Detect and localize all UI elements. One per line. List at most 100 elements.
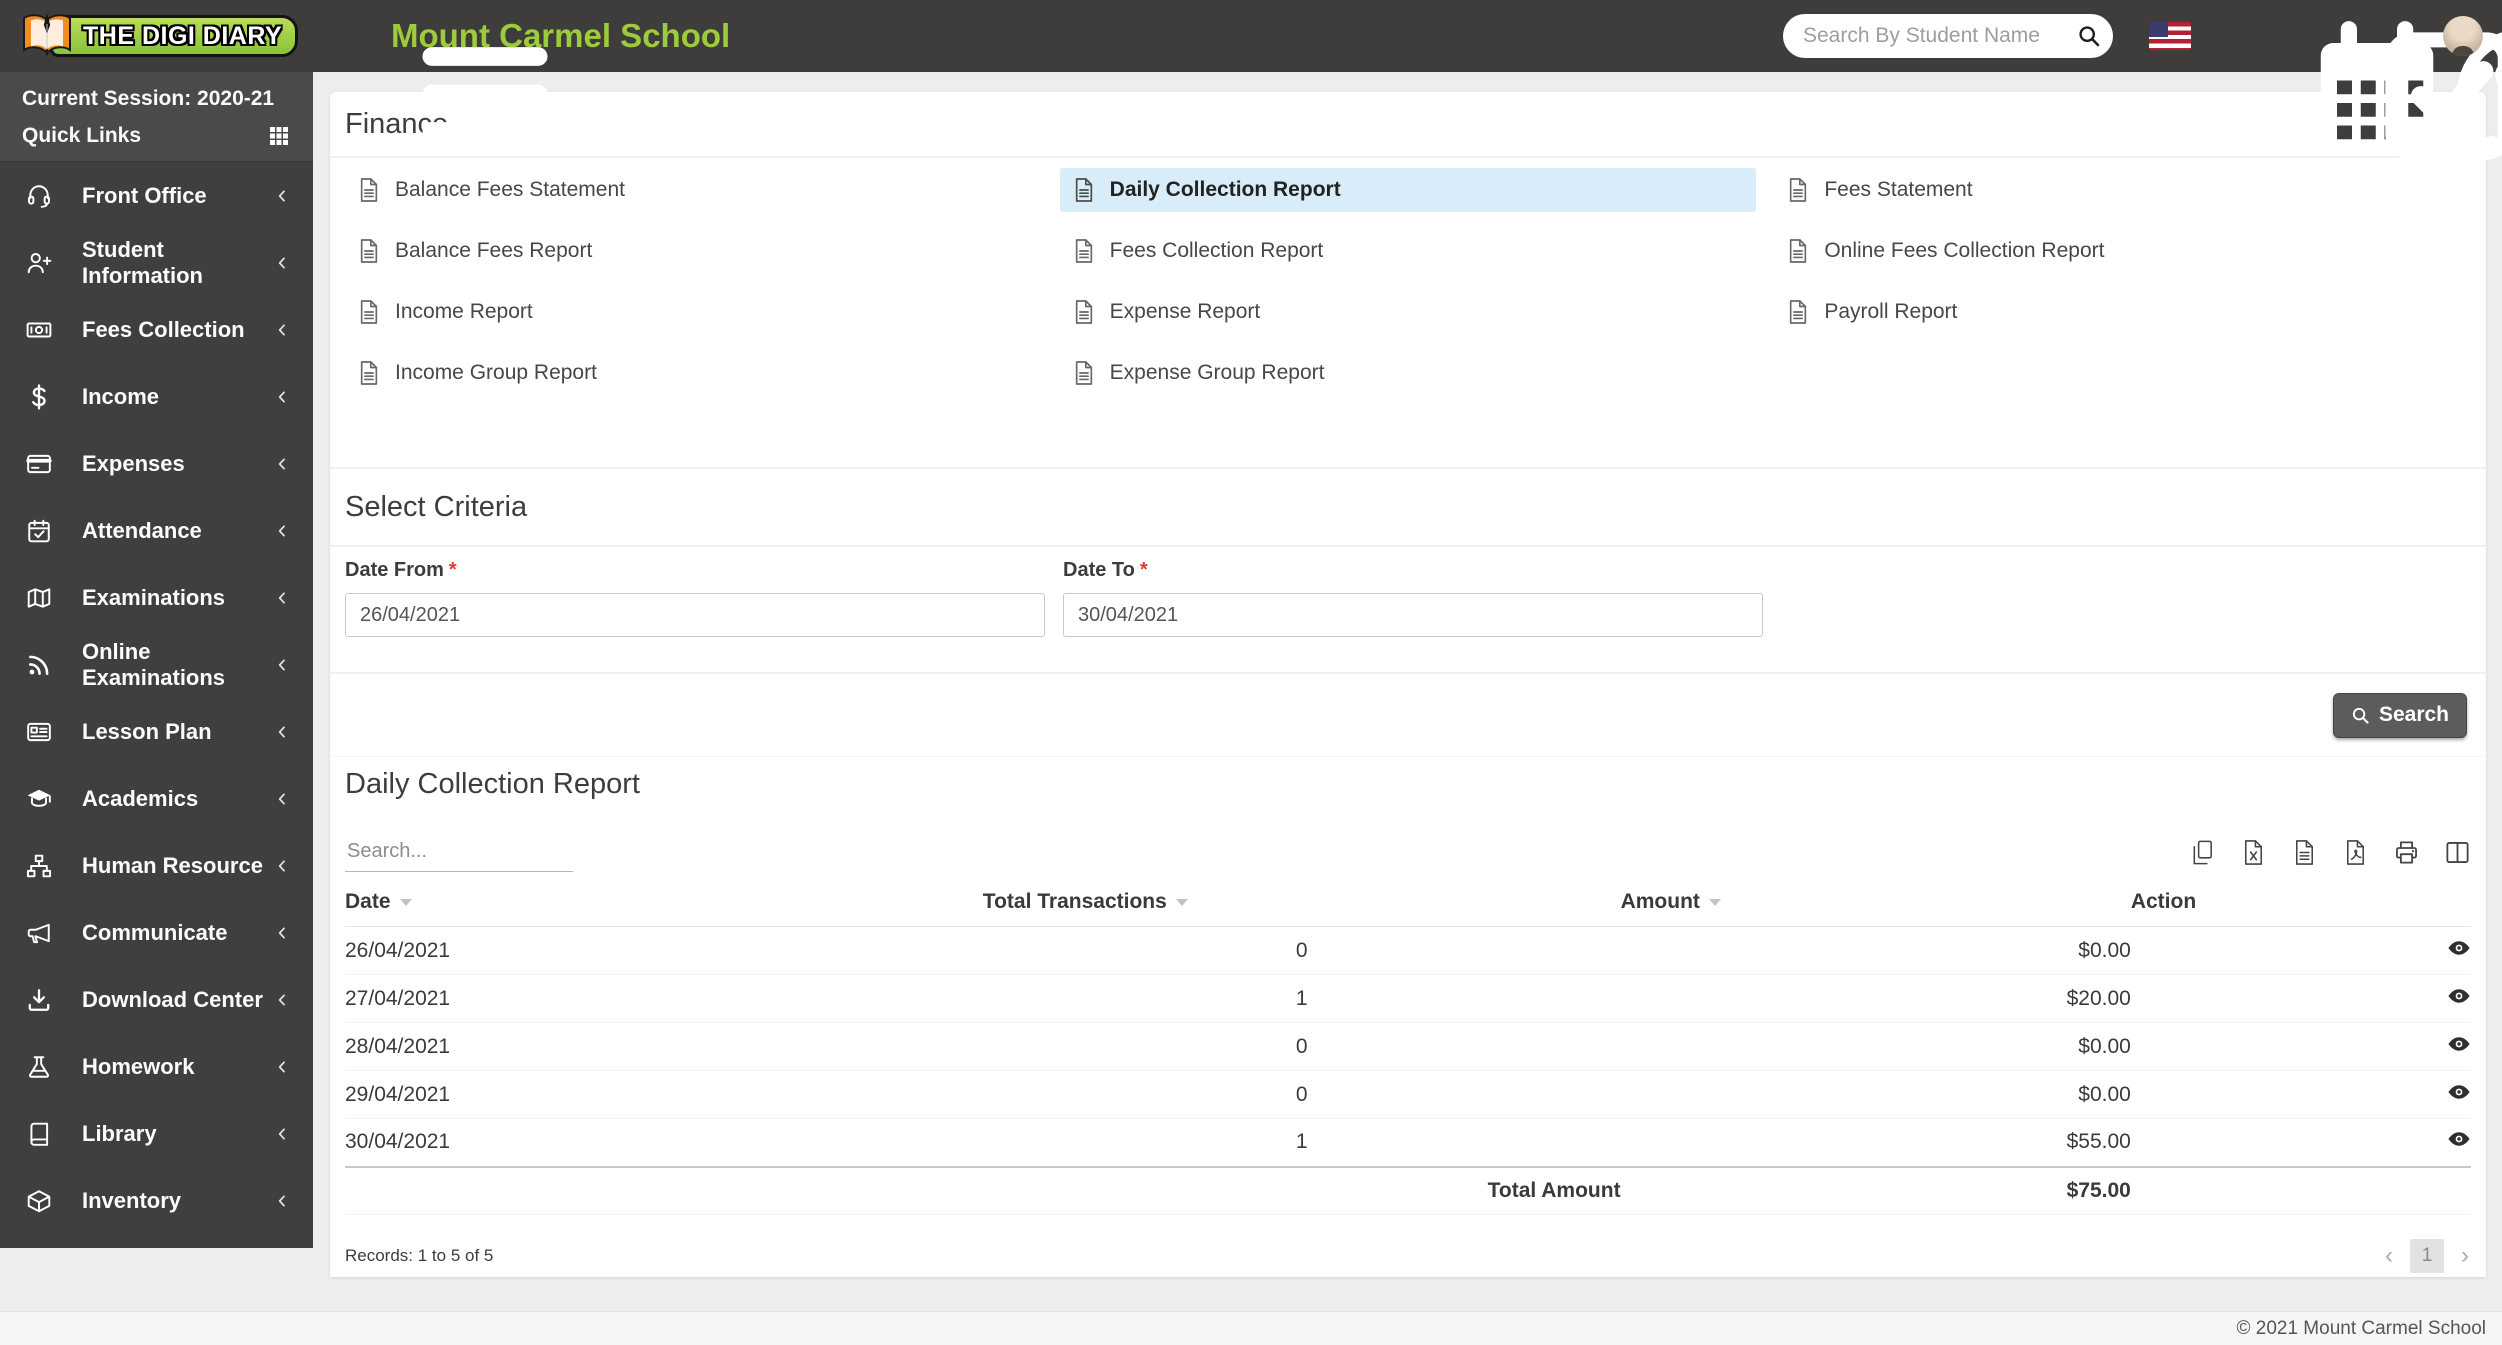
sidebar-item-student-information[interactable]: Student Information	[0, 229, 313, 296]
chevron-left-icon	[275, 792, 289, 806]
sidebar-item-online-examinations[interactable]: Online Examinations	[0, 631, 313, 698]
cell-date: 28/04/2021	[345, 1022, 983, 1071]
records-summary: Records: 1 to 5 of 5	[345, 1246, 494, 1265]
sidebar-item-attendance[interactable]: Attendance	[0, 497, 313, 564]
column-header-total-transactions[interactable]: Total Transactions	[982, 886, 1621, 927]
calendar-icon[interactable]	[2227, 18, 2263, 54]
criteria-actions: Search	[330, 674, 2486, 757]
flask-icon	[26, 1054, 52, 1080]
excel-file-icon[interactable]	[2240, 839, 2267, 866]
criteria-form: Date From* Date To*	[330, 547, 2486, 674]
chevron-left-icon	[275, 189, 289, 203]
sidebar-item-expenses[interactable]: Expenses	[0, 430, 313, 497]
file-document-icon	[1787, 299, 1809, 325]
page-number-button[interactable]: 1	[2410, 1239, 2444, 1273]
finance-link-income-report[interactable]: Income Report	[345, 290, 1042, 334]
sidebar-item-examinations[interactable]: Examinations	[0, 564, 313, 631]
whatsapp-icon[interactable]	[2371, 18, 2407, 54]
finance-link-fees-collection-report[interactable]: Fees Collection Report	[1060, 229, 1757, 273]
column-header-date[interactable]: Date	[345, 886, 983, 927]
sidebar-item-library[interactable]: Library	[0, 1100, 313, 1167]
finance-link-income-group-report[interactable]: Income Group Report	[345, 351, 1042, 395]
sidebar-item-front-office[interactable]: Front Office	[0, 162, 313, 229]
eye-icon[interactable]	[2447, 1129, 2471, 1149]
table-row: 26/04/2021 0 $0.00	[345, 926, 2471, 975]
user-avatar[interactable]	[2443, 16, 2483, 56]
sidebar-item-fees-collection[interactable]: Fees Collection	[0, 296, 313, 363]
required-asterisk: *	[448, 559, 457, 581]
finance-link-expense-report[interactable]: Expense Report	[1060, 290, 1757, 334]
table-footer: Records: 1 to 5 of 5 ‹ 1 ›	[330, 1215, 2486, 1273]
sidebar-toggle-button[interactable]	[335, 19, 369, 53]
print-icon[interactable]	[2393, 839, 2420, 866]
file-document-icon	[1073, 177, 1095, 203]
table-header-row: Date Total Transactions Amount Action	[345, 886, 2471, 927]
copy-icon[interactable]	[2189, 839, 2216, 866]
quick-links[interactable]: Quick Links	[22, 124, 291, 148]
finance-link-fees-statement[interactable]: Fees Statement	[1774, 168, 2471, 212]
sitemap-icon	[26, 853, 52, 879]
cell-amount: $0.00	[1620, 1022, 2131, 1071]
student-search-input[interactable]	[1803, 24, 2071, 48]
finance-link-balance-fees-report[interactable]: Balance Fees Report	[345, 229, 1042, 273]
app-logo[interactable]: THE DIGI DIARY	[0, 11, 313, 61]
sidebar-item-homework[interactable]: Homework	[0, 1033, 313, 1100]
finance-link-payroll-report[interactable]: Payroll Report	[1774, 290, 2471, 334]
table-row: 27/04/2021 1 $20.00	[345, 974, 2471, 1023]
finance-links-grid: Balance Fees Statement Balance Fees Repo…	[330, 158, 2486, 469]
file-document-icon	[358, 299, 380, 325]
daily-collection-table: Date Total Transactions Amount Action 26…	[345, 886, 2471, 1215]
column-header-amount[interactable]: Amount	[1620, 886, 2131, 927]
book-icon	[26, 1121, 52, 1147]
page-title: Mount Carmel School	[391, 17, 731, 54]
chevron-left-icon	[275, 524, 289, 538]
report-title: Daily Collection Report	[345, 767, 640, 800]
finance-card: Finance Balance Fees Statement Balance F…	[330, 92, 2486, 1277]
sidebar-item-download-center[interactable]: Download Center	[0, 966, 313, 1033]
cell-amount: $55.00	[1620, 1118, 2131, 1167]
sidebar: Current Session: 2020-21 Quick Links Fro…	[0, 72, 313, 1248]
cell-transactions: 0	[982, 926, 1621, 975]
chevron-left-icon	[275, 1194, 289, 1208]
columns-icon[interactable]	[2444, 839, 2471, 866]
column-header-action: Action	[2130, 886, 2471, 927]
eye-icon[interactable]	[2447, 1034, 2471, 1054]
finance-link-daily-collection-report[interactable]: Daily Collection Report	[1059, 168, 1757, 212]
box-icon	[26, 1188, 52, 1214]
finance-link-online-fees-collection-report[interactable]: Online Fees Collection Report	[1774, 229, 2471, 273]
table-row: 28/04/2021 0 $0.00	[345, 1022, 2471, 1071]
top-navigation-bar: THE DIGI DIARY Mount Carmel School	[0, 0, 2502, 72]
eye-icon[interactable]	[2447, 938, 2471, 958]
sidebar-item-communicate[interactable]: Communicate	[0, 899, 313, 966]
search-button[interactable]: Search	[2332, 692, 2467, 738]
search-icon[interactable]	[2071, 18, 2107, 54]
money-bill-icon	[26, 317, 52, 343]
eye-icon[interactable]	[2447, 1082, 2471, 1102]
finance-link-expense-group-report[interactable]: Expense Group Report	[1060, 351, 1757, 395]
next-page-button[interactable]: ›	[2459, 1244, 2471, 1268]
sidebar-item-inventory[interactable]: Inventory	[0, 1167, 313, 1234]
dollar-icon	[26, 384, 52, 410]
task-check-icon[interactable]	[2299, 18, 2335, 54]
us-flag-icon[interactable]	[2149, 22, 2191, 50]
file-document-icon	[358, 360, 380, 386]
date-from-input[interactable]	[345, 593, 1045, 637]
grid-icon	[267, 124, 291, 148]
sidebar-item-human-resource[interactable]: Human Resource	[0, 832, 313, 899]
total-amount-label: Total Amount	[982, 1165, 1621, 1215]
pagination: ‹ 1 ›	[2383, 1239, 2471, 1273]
pdf-file-icon[interactable]	[2342, 839, 2369, 866]
previous-page-button[interactable]: ‹	[2383, 1244, 2395, 1268]
finance-link-balance-fees-statement[interactable]: Balance Fees Statement	[345, 168, 1042, 212]
sidebar-item-academics[interactable]: Academics	[0, 765, 313, 832]
text-file-icon[interactable]	[2291, 839, 2318, 866]
total-amount-value: $75.00	[1620, 1165, 2131, 1215]
eye-icon[interactable]	[2447, 986, 2471, 1006]
sidebar-item-income[interactable]: Income	[0, 363, 313, 430]
table-row: 29/04/2021 0 $0.00	[345, 1070, 2471, 1119]
sidebar-item-lesson-plan[interactable]: Lesson Plan	[0, 698, 313, 765]
cell-amount: $20.00	[1620, 974, 2131, 1023]
table-search-input[interactable]	[345, 835, 573, 872]
date-to-input[interactable]	[1063, 593, 1763, 637]
copyright-text: © 2021 Mount Carmel School	[2236, 1317, 2486, 1339]
